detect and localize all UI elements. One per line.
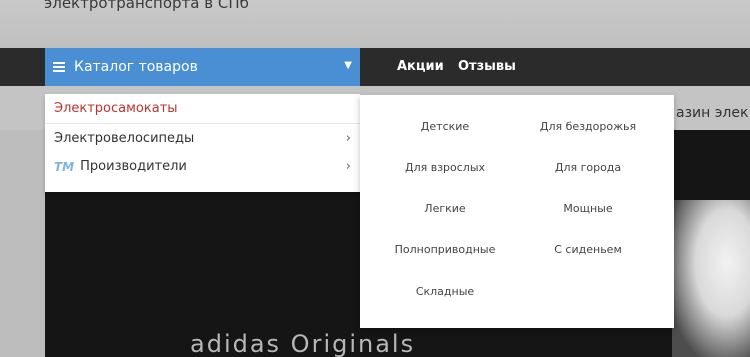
catalog-dropdown: Электросамокаты Электровелосипеды › TM П… [45,94,360,192]
category-manufacturers[interactable]: TM Производители › [45,152,360,181]
chevron-right-icon: › [345,130,351,146]
tm-icon: TM [54,159,75,174]
catalog-label: Каталог товаров [74,59,198,75]
site-header: электротранспорта в СПб [0,0,750,48]
subcategory-powerful[interactable]: Мощные [563,202,612,215]
nav-link-promotions[interactable]: Акции [397,59,444,74]
nav-link-reviews[interactable]: Отзывы [458,59,516,74]
chevron-right-icon: › [345,159,351,174]
chevron-down-icon: ▼ [344,60,352,71]
category-electric-bikes[interactable]: Электровелосипеды › [45,123,360,152]
subcategory-foldable[interactable]: Складные [416,285,474,298]
sneaker-image [672,200,750,357]
catalog-button[interactable]: Каталог товаров ▼ [45,48,360,86]
subcategory-with-seat[interactable]: С сиденьем [554,243,622,256]
subcategory-menu: Детские Для бездорожья Для взрослых Для … [360,95,674,328]
subcategory-light[interactable]: Легкие [424,202,465,215]
subcategory-awd[interactable]: Полноприводные [395,243,496,256]
category-label: Электросамокаты [54,101,178,116]
category-label: Производители [80,159,187,174]
banner-strip-text: азин элек [676,105,749,121]
site-tagline: электротранспорта в СПб [44,0,249,12]
subcategory-adults[interactable]: Для взрослых [405,161,485,174]
category-label: Электровелосипеды [54,130,195,146]
menu-icon [53,62,65,72]
subcategory-offroad[interactable]: Для бездорожья [540,120,636,133]
main-nav: Каталог товаров ▼ Акции Отзывы [0,48,750,86]
category-electric-scooters[interactable]: Электросамокаты [45,94,360,123]
banner-brand-text: adidas Originals [190,330,416,357]
subcategory-city[interactable]: Для города [555,161,621,174]
subcategory-kids[interactable]: Детские [421,120,469,133]
